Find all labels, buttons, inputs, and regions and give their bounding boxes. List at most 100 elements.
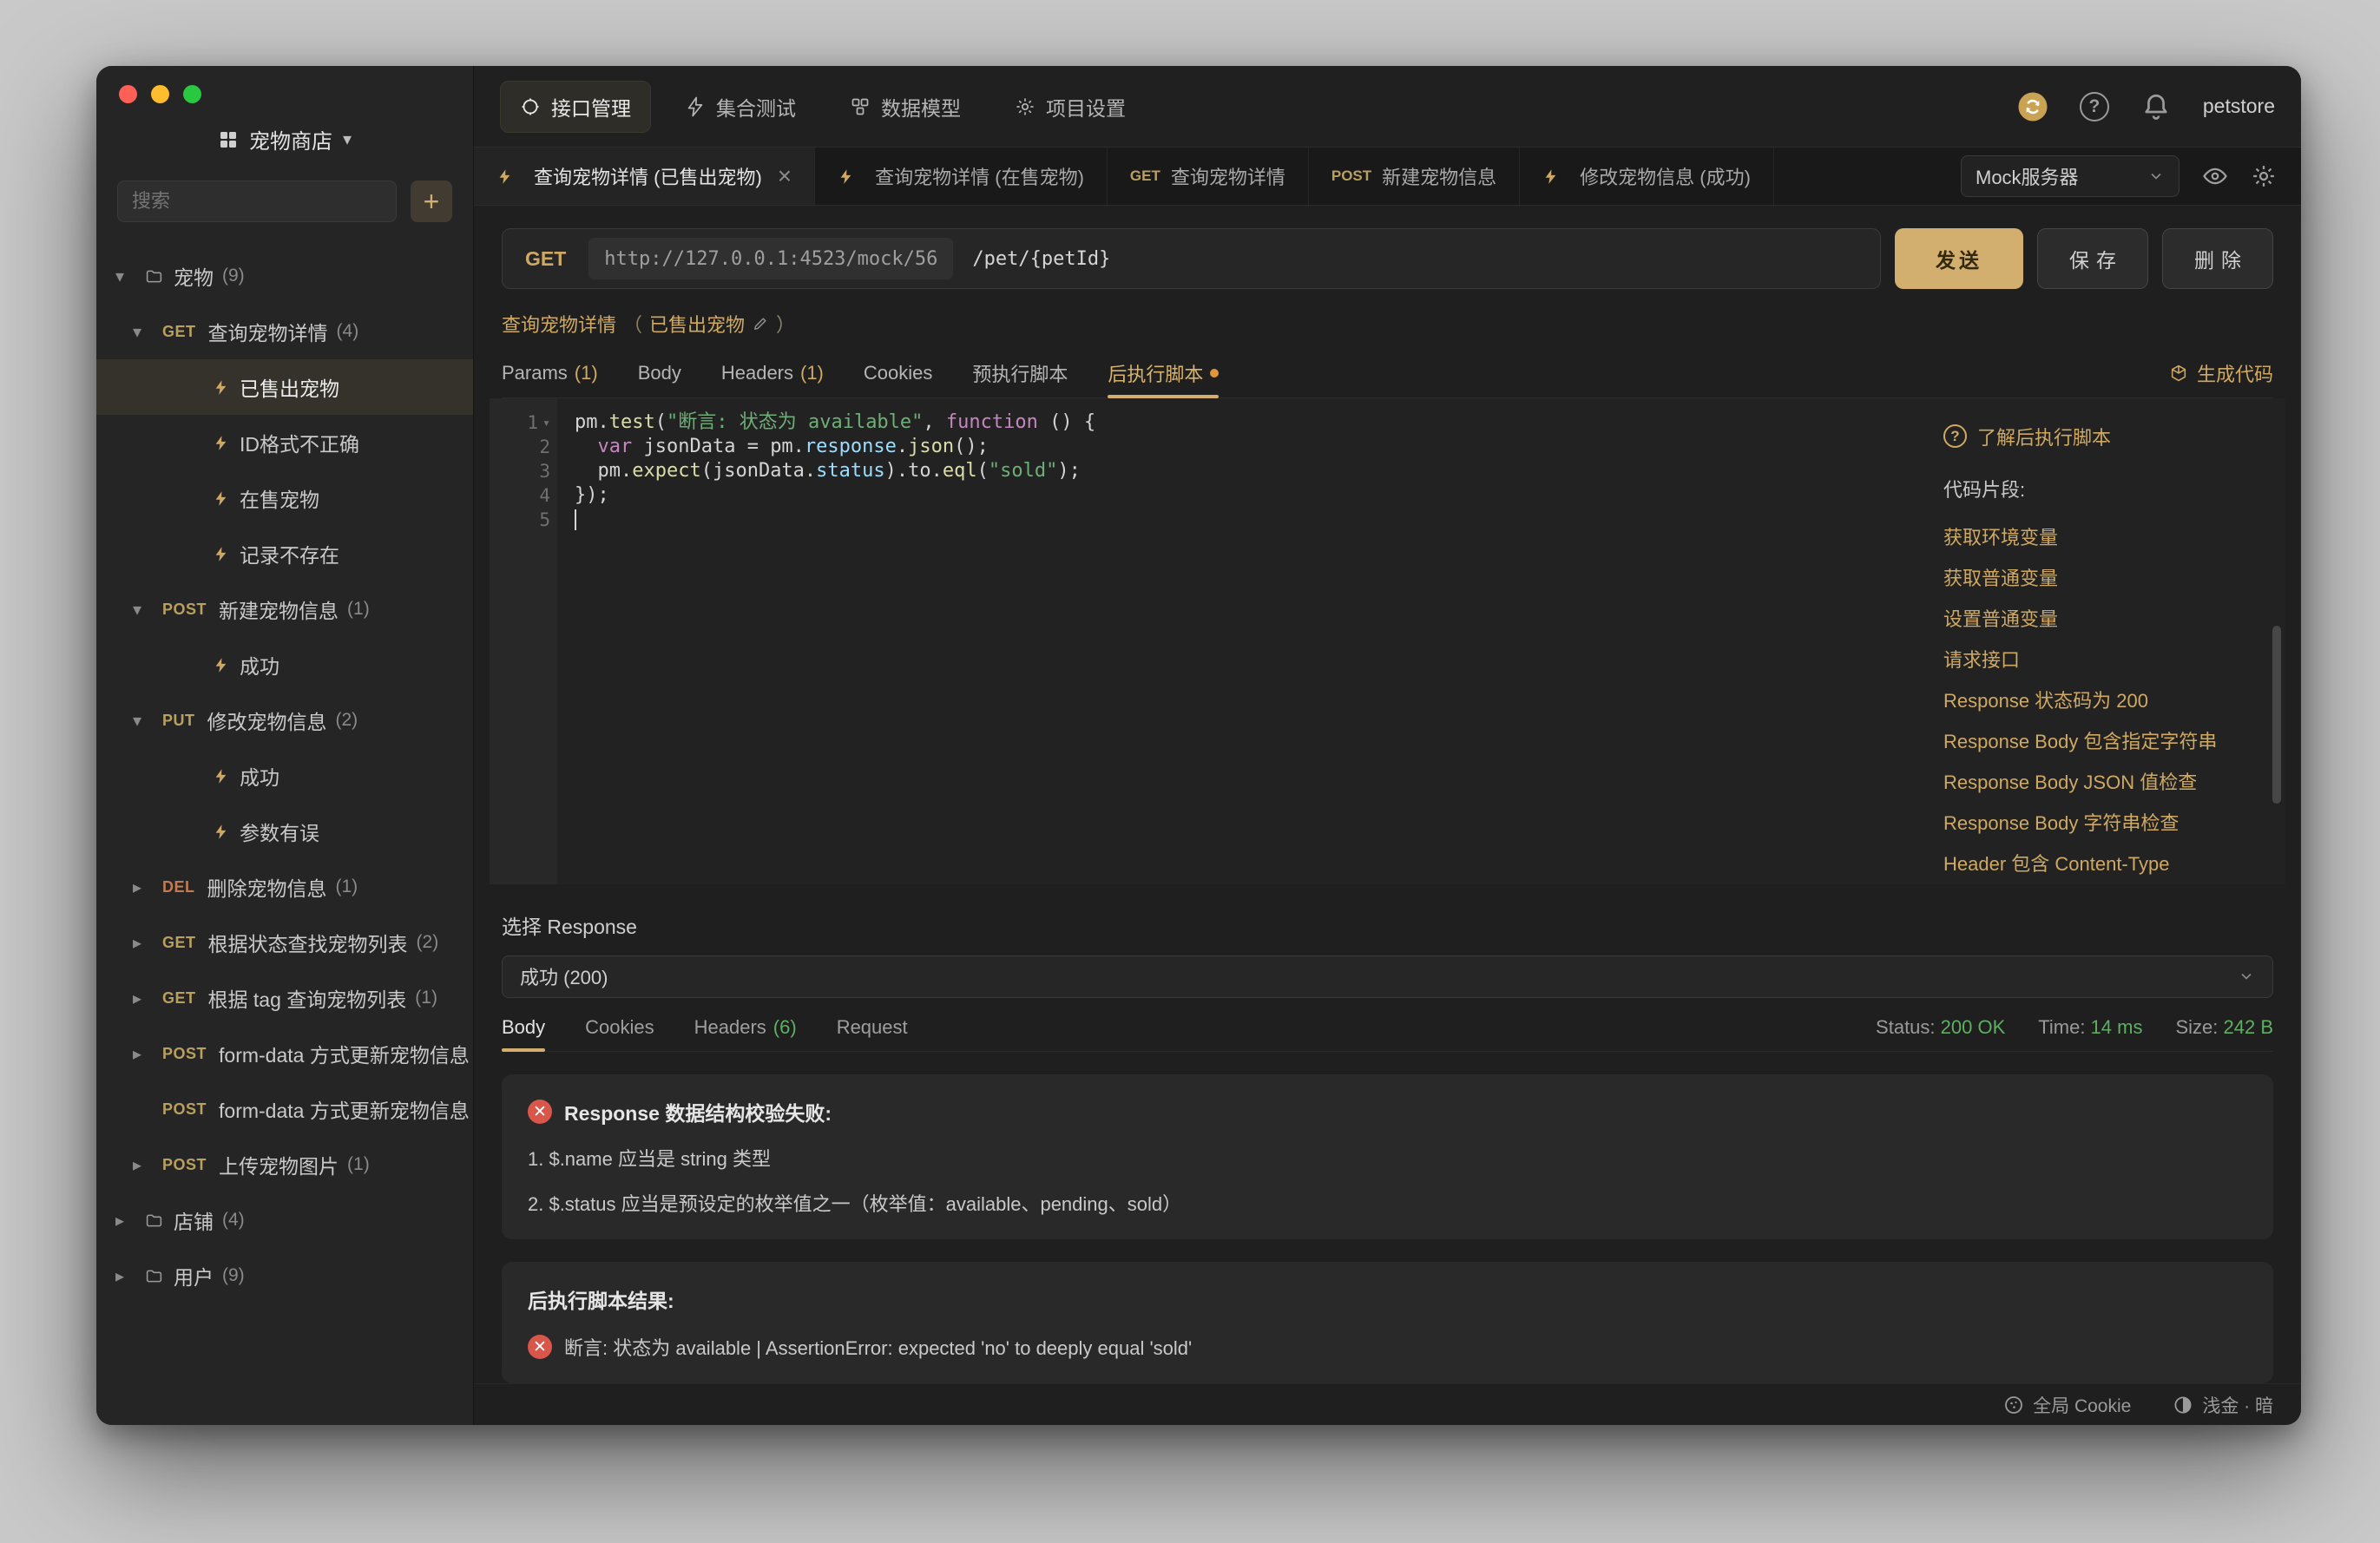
project-name: 宠物商店	[249, 124, 332, 154]
tree-api-row[interactable]: POSTform-data 方式更新宠物信息	[96, 1081, 473, 1137]
tree-case-row[interactable]: 成功	[96, 748, 473, 804]
sync-icon[interactable]	[2017, 91, 2048, 122]
snippets-title: 代码片段:	[1943, 475, 2254, 502]
chevron-right-icon[interactable]: ▸	[133, 1043, 162, 1065]
theme-toggle-button[interactable]: 浅金 · 暗	[2173, 1392, 2273, 1418]
tree-case-row[interactable]: 在售宠物	[96, 470, 473, 526]
request-tab[interactable]: Body	[638, 350, 681, 397]
doc-tab[interactable]: 查询宠物详情 (在售宠物)	[815, 148, 1108, 205]
nav-item-project-settings[interactable]: 项目设置	[995, 81, 1146, 133]
delete-button[interactable]: 删除	[2162, 228, 2273, 289]
tree-case-row[interactable]: 已售出宠物	[96, 359, 473, 415]
tree-case-row[interactable]: ID格式不正确	[96, 415, 473, 470]
breadcrumb-case-name[interactable]: 已售出宠物	[649, 310, 745, 338]
request-tab[interactable]: Params(1)	[502, 350, 598, 397]
breadcrumb-api-name[interactable]: 查询宠物详情	[502, 310, 616, 338]
request-tab[interactable]: Headers(1)	[721, 350, 824, 397]
help-link[interactable]: ? 了解后执行脚本	[1943, 423, 2254, 450]
add-button[interactable]: +	[411, 181, 452, 222]
chevron-right-icon[interactable]: ▸	[133, 877, 162, 898]
doc-tab[interactable]: GET查询宠物详情	[1108, 148, 1309, 205]
nav-item-api[interactable]: 接口管理	[500, 81, 651, 133]
minimize-button[interactable]	[151, 85, 169, 103]
tree-case-row[interactable]: 参数有误	[96, 804, 473, 859]
nav-item-model[interactable]: 数据模型	[830, 81, 981, 133]
snippet-link[interactable]: Response Body JSON 值检查	[1943, 768, 2254, 797]
nav-item-test[interactable]: 集合测试	[665, 81, 816, 133]
help-icon[interactable]: ?	[2080, 92, 2109, 121]
chevron-right-icon[interactable]: ▸	[115, 1265, 145, 1287]
snippet-link[interactable]: 设置普通变量	[1943, 605, 2254, 634]
url-path[interactable]: /pet/{petId}	[972, 248, 1110, 270]
send-button[interactable]: 发送	[1895, 228, 2023, 289]
snippet-link[interactable]: Response Body 字符串检查	[1943, 809, 2254, 837]
request-tab[interactable]: 预执行脚本	[972, 350, 1068, 397]
scrollbar-thumb[interactable]	[2272, 626, 2281, 804]
snippet-link[interactable]: 获取环境变量	[1943, 523, 2254, 552]
close-icon[interactable]: ×	[778, 164, 792, 188]
tree-api-row[interactable]: ▾GET查询宠物详情(4)	[96, 304, 473, 359]
doc-tab[interactable]: 修改宠物信息 (成功)	[1520, 148, 1774, 205]
save-button[interactable]: 保存	[2037, 228, 2148, 289]
tree-folder-row[interactable]: ▾宠物(9)	[96, 248, 473, 304]
tree-folder-row[interactable]: ▸店铺(4)	[96, 1192, 473, 1248]
chevron-down-icon[interactable]: ▾	[115, 266, 145, 287]
tree-api-row[interactable]: ▾PUT修改宠物信息(2)	[96, 693, 473, 748]
generate-code-button[interactable]: 生成代码	[2169, 359, 2273, 387]
snippet-link[interactable]: 请求接口	[1943, 646, 2254, 674]
response-tab[interactable]: Body	[502, 1005, 545, 1051]
tree-api-row[interactable]: ▸POST上传宠物图片(1)	[96, 1137, 473, 1192]
zoom-button[interactable]	[183, 85, 201, 103]
chevron-right-icon[interactable]: ▸	[133, 988, 162, 1009]
global-cookie-button[interactable]: 全局 Cookie	[2003, 1392, 2131, 1418]
snippet-link[interactable]: Response 状态码为 200	[1943, 686, 2254, 715]
tree-folder-row[interactable]: ▸用户(9)	[96, 1248, 473, 1303]
snippet-link[interactable]: Header 包含 Content-Type	[1943, 850, 2254, 878]
chevron-down-icon[interactable]: ▾	[133, 599, 162, 620]
response-tab[interactable]: Headers(6)	[694, 1005, 797, 1051]
close-button[interactable]	[119, 85, 137, 103]
workspace-name[interactable]: petstore	[2203, 95, 2275, 118]
response-tab[interactable]: Request	[837, 1005, 908, 1051]
project-selector[interactable]: 宠物商店 ▾	[96, 124, 473, 154]
chevron-right-icon[interactable]: ▸	[133, 932, 162, 954]
code-token: "sold"	[989, 460, 1057, 482]
chevron-down-icon[interactable]: ▾	[133, 321, 162, 343]
method-label: PUT	[162, 712, 195, 730]
bell-icon[interactable]	[2140, 91, 2172, 122]
tree-api-row[interactable]: ▾POST新建宠物信息(1)	[96, 581, 473, 637]
base-url-chip[interactable]: http://127.0.0.1:4523/mock/56	[588, 238, 953, 279]
tree-api-row[interactable]: ▸GET根据 tag 查询宠物列表(1)	[96, 970, 473, 1026]
global-cookie-label: 全局 Cookie	[2033, 1392, 2131, 1418]
doc-tab[interactable]: 查询宠物详情 (已售出宠物)×	[474, 148, 815, 205]
snippet-link[interactable]: 获取普通变量	[1943, 564, 2254, 593]
tree-api-row[interactable]: ▸GET根据状态查找宠物列表(2)	[96, 915, 473, 970]
request-tab[interactable]: 后执行脚本	[1108, 350, 1219, 397]
script-editor[interactable]: 1▾2345 pm.test("断言: 状态为 available", func…	[490, 398, 2285, 884]
edit-pencil-icon[interactable]	[752, 315, 769, 332]
search-input[interactable]	[117, 181, 397, 222]
doc-tab[interactable]: POST新建宠物信息	[1309, 148, 1520, 205]
fold-icon[interactable]: ▾	[542, 410, 550, 435]
model-icon	[850, 96, 871, 117]
tree-api-row[interactable]: ▸POSTform-data 方式更新宠物信息	[96, 1026, 473, 1081]
snippet-link[interactable]: Response Body 包含指定字符串	[1943, 727, 2254, 756]
mock-server-select[interactable]: Mock服务器	[1961, 155, 2179, 197]
response-select[interactable]: 成功 (200)	[502, 955, 2273, 998]
tree-case-row[interactable]: 记录不存在	[96, 526, 473, 581]
code-cube-icon	[2169, 364, 2188, 383]
request-method[interactable]: GET	[503, 247, 588, 271]
response-tab[interactable]: Cookies	[585, 1005, 654, 1051]
tree-case-row[interactable]: 成功	[96, 637, 473, 693]
validation-item: 1. $.name 应当是 string 类型	[528, 1144, 2247, 1172]
url-input[interactable]: GET http://127.0.0.1:4523/mock/56 /pet/{…	[502, 228, 1881, 289]
tree-api-row[interactable]: ▸DEL删除宠物信息(1)	[96, 859, 473, 915]
request-tab[interactable]: Cookies	[864, 350, 932, 397]
eye-icon[interactable]	[2202, 163, 2228, 189]
chevron-right-icon[interactable]: ▸	[115, 1210, 145, 1231]
gear-icon[interactable]	[2251, 163, 2277, 189]
chevron-right-icon[interactable]: ▸	[133, 1154, 162, 1176]
chevron-down-icon[interactable]: ▾	[133, 710, 162, 732]
snippets-panel: ? 了解后执行脚本 代码片段: 获取环境变量获取普通变量设置普通变量请求接口 Re…	[1917, 398, 2285, 884]
cookie-icon	[2003, 1395, 2024, 1415]
